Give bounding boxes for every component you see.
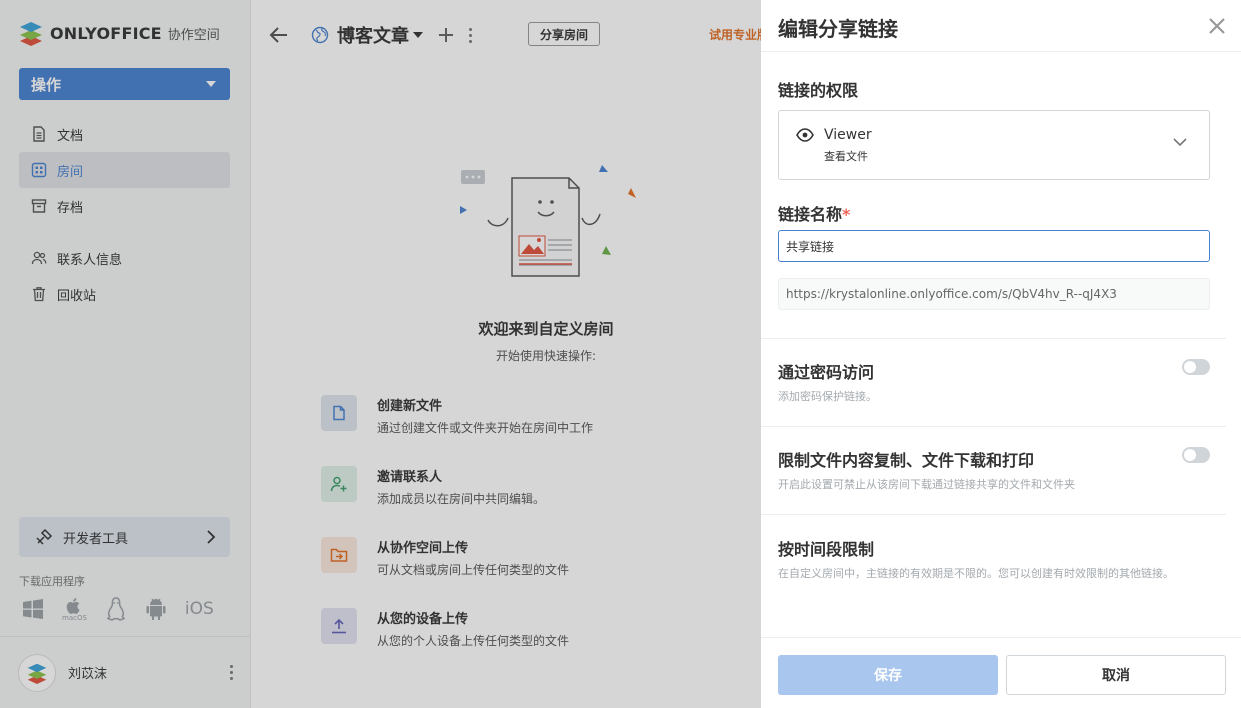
password-access-title: 通过密码访问 — [778, 363, 875, 382]
panel-footer: 保存 取消 — [761, 637, 1241, 708]
chevron-down-icon — [1173, 138, 1187, 147]
panel-header: 编辑分享链接 — [761, 0, 1241, 52]
restrict-content-toggle[interactable] — [1182, 447, 1210, 463]
link-name-label-text: 链接名称 — [778, 205, 843, 224]
restrict-content-desc: 开启此设置可禁止从该房间下载通过链接共享的文件和文件夹 — [778, 478, 1075, 491]
link-url-field[interactable]: https://krystalonline.onlyoffice.com/s/Q… — [778, 278, 1210, 310]
link-permission-label: 链接的权限 — [778, 81, 859, 100]
panel-title: 编辑分享链接 — [778, 17, 898, 41]
edit-share-link-panel: 编辑分享链接 链接的权限 Viewer 查看文件 链接名称* 共享链接 http… — [761, 0, 1241, 708]
required-mark: * — [842, 205, 851, 224]
password-access-toggle[interactable] — [1182, 359, 1210, 375]
restrict-content-title: 限制文件内容复制、文件下载和打印 — [778, 451, 1035, 470]
cancel-button[interactable]: 取消 — [1006, 655, 1226, 695]
link-name-label: 链接名称* — [778, 201, 850, 225]
time-limit-title: 按时间段限制 — [778, 540, 875, 559]
time-limit-desc: 在自定义房间中，主链接的有效期是不限的。您可以创建有时效限制的其他链接。 — [778, 567, 1174, 580]
permission-name: Viewer — [824, 127, 872, 143]
eye-icon — [796, 128, 814, 142]
close-icon[interactable] — [1207, 16, 1227, 36]
link-permission-select[interactable]: Viewer 查看文件 — [778, 110, 1210, 180]
modal-backdrop[interactable] — [0, 0, 761, 708]
link-name-input[interactable]: 共享链接 — [778, 230, 1210, 262]
save-button[interactable]: 保存 — [778, 655, 998, 695]
password-access-desc: 添加密码保护链接。 — [778, 390, 877, 403]
permission-desc: 查看文件 — [824, 150, 868, 163]
